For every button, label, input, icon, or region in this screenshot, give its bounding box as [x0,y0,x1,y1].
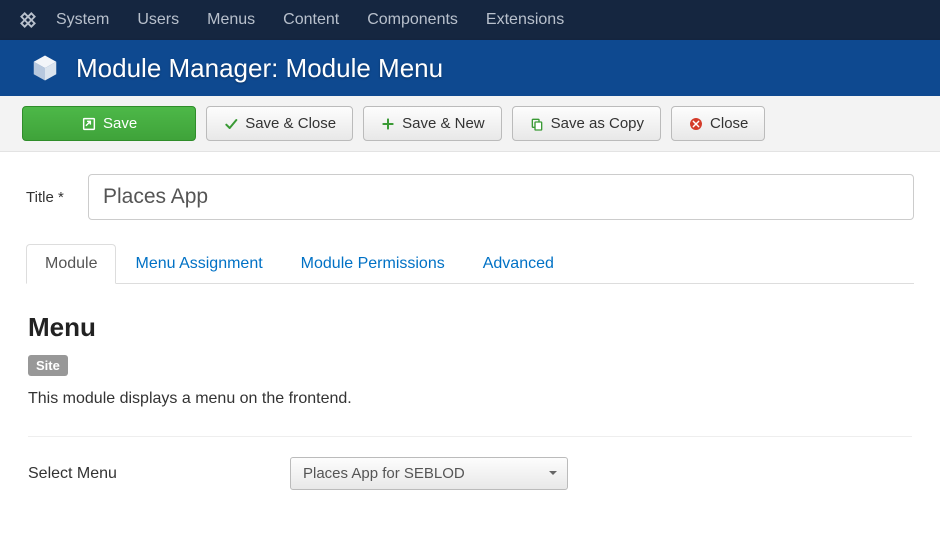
select-menu-dropdown[interactable]: Places App for SEBLOD [290,457,568,490]
select-menu-label: Select Menu [28,465,290,483]
save-close-label: Save & Close [245,115,336,132]
topbar-item-components[interactable]: Components [367,11,458,29]
content-area: Title * Module Menu Assignment Module Pe… [0,152,940,512]
admin-topbar: System Users Menus Content Components Ex… [0,0,940,40]
page-title: Module Manager: Module Menu [76,53,443,84]
save-copy-label: Save as Copy [551,115,644,132]
select-menu-row: Select Menu Places App for SEBLOD [28,457,912,490]
topbar-item-menus[interactable]: Menus [207,11,255,29]
close-button[interactable]: Close [671,106,765,141]
save-label: Save [103,115,137,132]
topbar-item-users[interactable]: Users [137,11,179,29]
tab-module[interactable]: Module [26,244,116,284]
tab-module-permissions[interactable]: Module Permissions [282,244,464,284]
module-panel: Menu Site This module displays a menu on… [26,284,914,490]
save-new-label: Save & New [402,115,485,132]
tab-menu-assignment[interactable]: Menu Assignment [116,244,281,284]
page-header: Module Manager: Module Menu [0,40,940,96]
client-badge: Site [28,355,68,376]
save-close-button[interactable]: Save & Close [206,106,353,141]
action-toolbar: Save Save & Close Save & New Save as Cop… [0,96,940,152]
apply-icon [81,116,97,132]
panel-heading: Menu [28,312,912,343]
topbar-menu: System Users Menus Content Components Ex… [56,11,564,29]
topbar-item-system[interactable]: System [56,11,109,29]
joomla-logo-icon [18,10,38,30]
copy-icon [529,116,545,132]
plus-icon [380,116,396,132]
title-label: Title * [26,189,88,206]
save-copy-button[interactable]: Save as Copy [512,106,661,141]
divider [28,436,912,437]
save-button[interactable]: Save [22,106,196,141]
save-new-button[interactable]: Save & New [363,106,502,141]
title-input[interactable] [88,174,914,220]
topbar-item-content[interactable]: Content [283,11,339,29]
tab-advanced[interactable]: Advanced [464,244,573,284]
module-cube-icon [30,53,60,83]
cancel-icon [688,116,704,132]
select-wrap: Places App for SEBLOD [290,457,568,490]
module-description: This module displays a menu on the front… [28,390,912,408]
module-tabs: Module Menu Assignment Module Permission… [26,244,914,284]
topbar-item-extensions[interactable]: Extensions [486,11,564,29]
check-icon [223,116,239,132]
close-label: Close [710,115,748,132]
title-field-row: Title * [26,174,914,220]
